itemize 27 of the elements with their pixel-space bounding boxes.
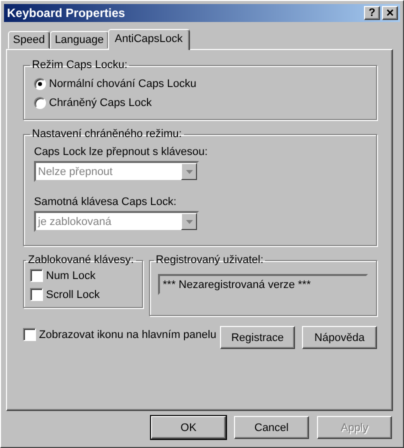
tab[interactable]: AntiCapsLock [108, 29, 190, 50]
group-label: Zablokované klávesy: [27, 254, 135, 266]
registered-user-field: *** Nezaregistrovaná verze *** [158, 274, 368, 295]
group-label: Nastavení chráněného režimu: [31, 128, 183, 140]
dialog-button[interactable]: Cancel [234, 416, 309, 439]
radio-button[interactable] [34, 96, 46, 108]
field-label: Samotná klávesa Caps Lock: [34, 196, 178, 208]
tab[interactable]: Speed [8, 31, 50, 49]
action-button[interactable]: Nápověda [302, 326, 377, 349]
action-button[interactable]: Registrace [220, 326, 295, 349]
checkbox-label[interactable]: Num Lock [46, 270, 96, 282]
radio-label[interactable]: Chráněný Caps Lock [49, 96, 152, 108]
group-label: Registrovaný uživatel: [154, 254, 264, 266]
checkbox-label[interactable]: Zobrazovat ikonu na hlavním panelu [39, 328, 216, 340]
radio-button[interactable] [34, 78, 46, 90]
window-title: Keyboard Properties [7, 6, 126, 20]
close-button[interactable]: × [382, 6, 398, 20]
group-label: Režim Caps Locku: [31, 59, 128, 71]
checkbox[interactable] [30, 288, 43, 301]
checkbox-label[interactable]: Scroll Lock [46, 288, 100, 300]
checkbox[interactable] [30, 269, 43, 282]
field-label: Caps Lock lze přepnout s klávesou: [34, 146, 209, 158]
checkbox[interactable] [23, 328, 36, 341]
tab[interactable]: Language [50, 31, 109, 49]
dialog-button[interactable]: OK [151, 416, 226, 439]
help-button[interactable]: ? [364, 6, 380, 20]
radio-label[interactable]: Normální chování Caps Locku [49, 78, 196, 90]
